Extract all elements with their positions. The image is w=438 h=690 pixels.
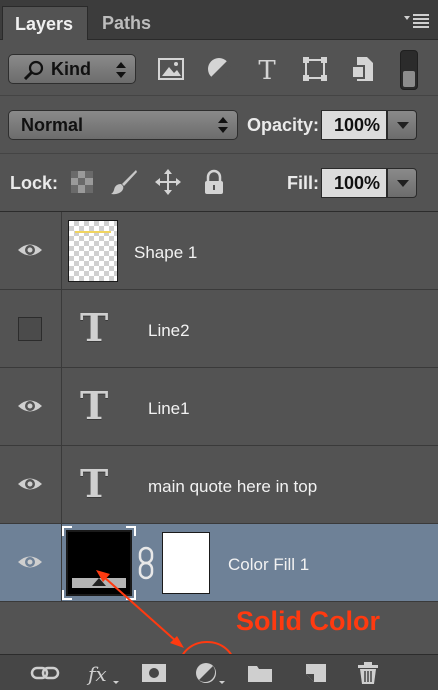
layer-name: Shape 1 (134, 243, 198, 262)
tab-paths[interactable]: Paths (90, 6, 164, 40)
layers-list: Shape 1 T Line2 T Line1 T main quote her… (0, 212, 438, 602)
layer-name: Line1 (148, 399, 190, 418)
layer-row[interactable]: T main quote here in top (0, 446, 438, 524)
blend-mode-value: Normal (21, 115, 84, 135)
type-layer-icon: T (80, 461, 109, 506)
toggle-knob (403, 71, 415, 87)
blend-mode-select[interactable]: Normal (8, 110, 238, 140)
layer-row[interactable]: T Line2 (0, 290, 438, 368)
layers-bottom-bar: fx (0, 654, 438, 690)
adjustment-filter-icon[interactable] (204, 54, 234, 84)
chevron-updown-icon (116, 62, 126, 78)
eye-icon[interactable] (16, 551, 44, 573)
opacity-label: Opacity: (247, 115, 320, 135)
type-layer-icon: T (80, 383, 109, 428)
selection-corner (126, 526, 136, 536)
layer-name: Line2 (148, 321, 190, 340)
layer-row[interactable]: T Line1 (0, 368, 438, 446)
selection-corner (62, 590, 72, 600)
lock-row: Lock: Fill: 100% (0, 154, 438, 212)
tab-layers[interactable]: Layers (2, 6, 88, 40)
mask-link-icon[interactable] (137, 546, 155, 580)
panel-tab-bar: Layers Paths (0, 0, 438, 40)
filter-kind-label: Kind (51, 59, 91, 79)
fill-label: Fill: (287, 173, 319, 193)
svg-text:fx: fx (86, 662, 107, 685)
image-filter-icon[interactable] (156, 54, 186, 84)
new-layer-icon[interactable] (302, 661, 330, 685)
layer-row-selected[interactable]: Color Fill 1 (0, 524, 438, 602)
filter-kind-select[interactable]: Kind (8, 54, 136, 84)
eye-icon[interactable] (16, 239, 44, 261)
chevron-updown-icon (218, 117, 228, 133)
layer-mask-thumbnail[interactable] (162, 532, 210, 594)
fill-layer-thumbnail[interactable] (66, 530, 132, 596)
layer-style-icon[interactable]: fx (86, 661, 120, 685)
blend-row: Normal Opacity: 100% (0, 96, 438, 154)
visibility-column (0, 368, 62, 446)
fill-slider-icon (72, 578, 126, 588)
lock-position-icon[interactable] (154, 168, 182, 196)
type-filter-icon[interactable]: T (252, 54, 282, 84)
shape-layer-thumbnail (68, 220, 118, 282)
visibility-column (0, 446, 62, 524)
lock-label: Lock: (10, 173, 59, 193)
new-group-icon[interactable] (246, 661, 274, 685)
opacity-input[interactable]: 100% (321, 110, 387, 140)
link-layers-icon[interactable] (30, 661, 60, 685)
visibility-column (0, 212, 62, 290)
eye-icon[interactable] (16, 473, 44, 495)
opacity-dropdown-button[interactable] (387, 110, 417, 140)
smart-object-filter-icon[interactable] (348, 54, 378, 84)
delete-layer-icon[interactable] (354, 661, 382, 685)
annotation-label: Solid Color (236, 606, 380, 636)
new-fill-adjustment-icon[interactable] (192, 661, 226, 685)
type-layer-icon: T (80, 305, 109, 350)
search-icon (23, 60, 44, 80)
annotation-arrowhead (170, 636, 184, 648)
eye-icon[interactable] (16, 395, 44, 417)
shape-filter-icon[interactable] (300, 54, 330, 84)
filter-row: Kind T (0, 40, 438, 96)
selection-corner (62, 526, 72, 536)
fill-input[interactable]: 100% (321, 168, 387, 198)
lock-image-pixels-icon[interactable] (110, 168, 138, 196)
lock-transparent-pixels-icon[interactable] (68, 168, 96, 196)
add-mask-icon[interactable] (140, 661, 168, 685)
filter-on-off-toggle[interactable] (400, 50, 418, 90)
layer-row[interactable]: Shape 1 (0, 212, 438, 290)
layer-name: Color Fill 1 (228, 555, 310, 574)
layer-name: main quote here in top (148, 477, 318, 496)
fill-dropdown-button[interactable] (387, 168, 417, 198)
selection-corner (126, 590, 136, 600)
svg-text:T: T (258, 56, 276, 84)
visibility-column (0, 290, 62, 368)
visibility-toggle-off[interactable] (18, 317, 42, 341)
visibility-column (0, 524, 62, 602)
panel-menu-icon[interactable] (404, 12, 430, 30)
lock-all-icon[interactable] (200, 168, 228, 196)
